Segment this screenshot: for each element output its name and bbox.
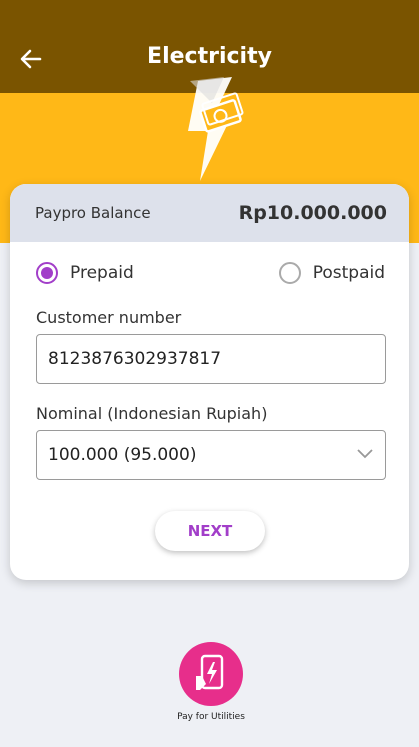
pay-utilities-shortcut[interactable]: Pay for Utilities [161,642,261,722]
postpaid-label: Postpaid [312,263,385,283]
radio-checked-icon [36,262,58,284]
payment-type-group: Prepaid Postpaid [36,262,385,284]
customer-number-value: 8123876302937817 [48,349,222,369]
lightning-money-icon [188,77,244,181]
chevron-down-icon [357,449,373,459]
postpaid-radio[interactable]: Postpaid [278,262,385,284]
balance-value: Rp10.000.000 [238,202,387,224]
balance-bar: Paypro Balance Rp10.000.000 [10,184,409,242]
nominal-select[interactable]: 100.000 (95.000) [36,430,386,480]
nominal-label: Nominal (Indonesian Rupiah) [36,404,268,423]
page-title: Electricity [147,44,272,69]
radio-unchecked-icon [278,262,301,284]
electricity-form-card: Paypro Balance Rp10.000.000 Prepaid Post… [10,184,409,580]
next-button[interactable]: NEXT [155,511,265,551]
prepaid-label: Prepaid [70,263,134,283]
customer-number-label: Customer number [36,308,182,327]
customer-number-input[interactable]: 8123876302937817 [36,334,386,384]
nominal-value: 100.000 (95.000) [48,445,197,465]
balance-label: Paypro Balance [35,204,151,222]
phone-bolt-icon [179,642,243,706]
prepaid-radio[interactable]: Prepaid [36,262,134,284]
pay-utilities-label: Pay for Utilities [177,712,245,722]
